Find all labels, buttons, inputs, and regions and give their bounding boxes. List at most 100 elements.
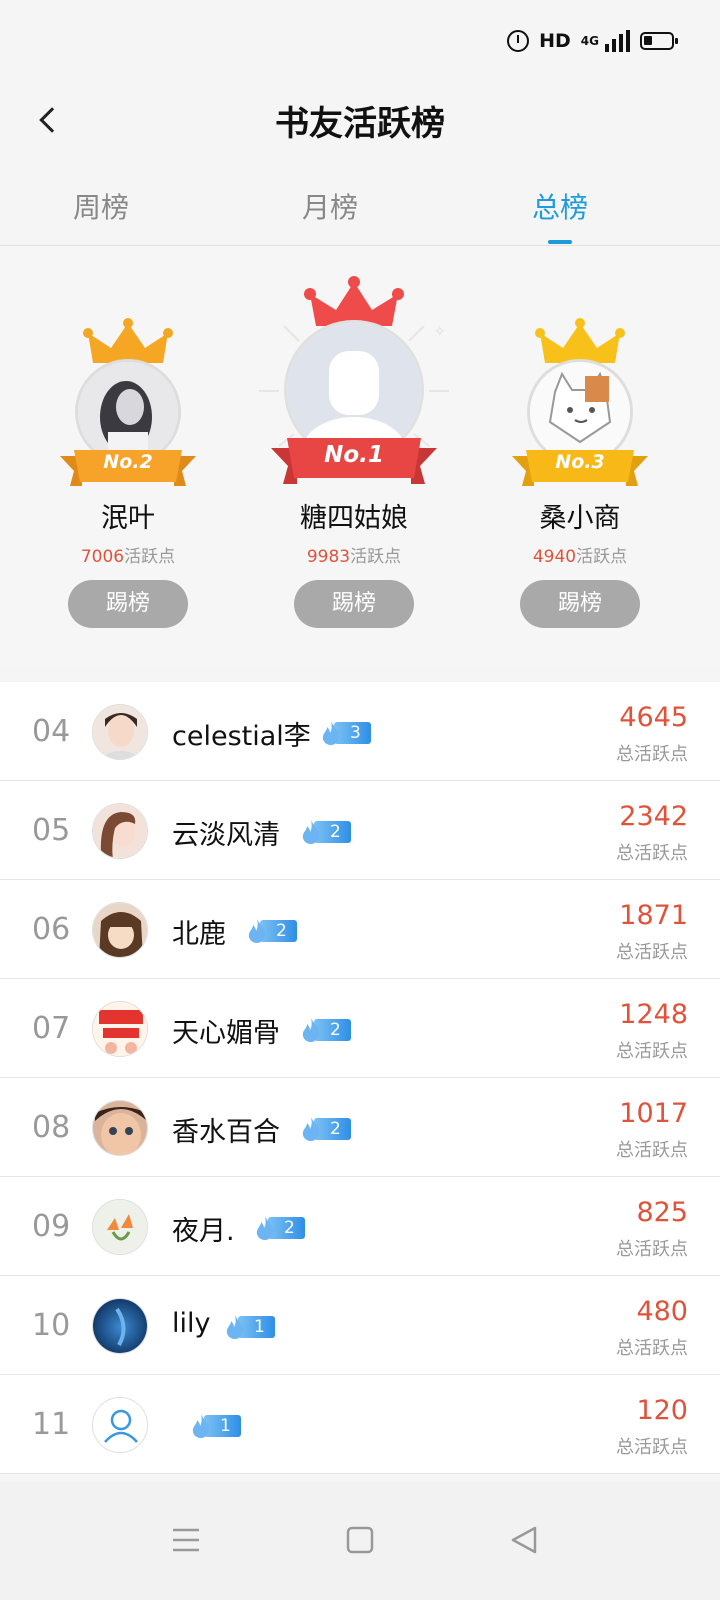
points-label: 总活跃点 — [616, 1041, 688, 1062]
hd-indicator: HD — [539, 30, 571, 52]
points-label: 总活跃点 — [616, 1239, 688, 1260]
back-triangle-icon — [511, 1526, 537, 1554]
podium-points: 9983活跃点 — [306, 547, 402, 567]
level-badge: 3 — [318, 720, 371, 746]
user-name: 北鹿 — [172, 919, 226, 950]
menu-button[interactable] — [156, 1510, 216, 1570]
points-label: 总活跃点 — [616, 744, 688, 765]
tab-bar: 周榜 月榜 总榜 — [0, 170, 720, 246]
rank-number: 06 — [32, 912, 71, 947]
points-label: 总活跃点 — [616, 942, 688, 963]
points-label: 总活跃点 — [616, 1437, 688, 1458]
network-type: 4G — [580, 34, 599, 48]
rank-list: 04 celestial李 3 4645 总活跃点 05 云淡风清 2 2342… — [0, 682, 720, 1474]
flame-icon — [226, 1315, 244, 1339]
podium-name: 桑小商 — [539, 503, 621, 534]
points-value: 120 — [636, 1395, 688, 1426]
kick-button[interactable]: 踢榜 — [520, 580, 640, 628]
avatar — [92, 1100, 148, 1156]
signal-icon — [605, 30, 630, 52]
level-badge: 1 — [188, 1413, 241, 1439]
status-bar: HD 4G — [0, 0, 720, 90]
list-item[interactable]: 04 celestial李 3 4645 总活跃点 — [0, 682, 720, 781]
flame-icon — [302, 820, 320, 844]
level-badge: 1 — [222, 1314, 275, 1340]
list-item[interactable]: 07 天心媚骨 2 1248 总活跃点 — [0, 979, 720, 1078]
rank-badge: No.3 — [555, 451, 605, 473]
avatar — [92, 1298, 148, 1354]
user-name: lily — [172, 1308, 211, 1339]
podium-third[interactable]: No.3 桑小商 4940活跃点 踢榜 — [480, 246, 680, 646]
points-value: 1248 — [619, 999, 688, 1030]
rank-number: 11 — [32, 1407, 71, 1442]
list-item[interactable]: 11 1 120 总活跃点 — [0, 1375, 720, 1474]
rank-number: 10 — [32, 1308, 71, 1343]
page-title: 书友活跃榜 — [275, 104, 445, 144]
avatar — [92, 803, 148, 859]
points-value: 2342 — [619, 801, 688, 832]
flame-icon — [302, 1117, 320, 1141]
podium-name: 糖四姑娘 — [300, 503, 408, 534]
tab-total[interactable]: 总榜 — [500, 186, 620, 226]
podium-points: 4940活跃点 — [532, 547, 628, 567]
user-name: 云淡风清 — [172, 820, 280, 851]
user-name: 香水百合 — [172, 1117, 280, 1148]
back-nav-button[interactable] — [494, 1510, 554, 1570]
home-square-icon — [346, 1526, 374, 1554]
list-item[interactable]: 05 云淡风清 2 2342 总活跃点 — [0, 781, 720, 880]
level-badge: 2 — [298, 819, 351, 845]
podium-points: 7006活跃点 — [80, 547, 176, 567]
list-item[interactable]: 09 夜月. 2 825 总活跃点 — [0, 1177, 720, 1276]
tab-monthly[interactable]: 月榜 — [270, 186, 390, 226]
points-label: 总活跃点 — [616, 1140, 688, 1161]
rank-number: 05 — [32, 813, 71, 848]
system-nav-bar — [0, 1482, 720, 1600]
flame-icon — [322, 721, 340, 745]
menu-icon — [173, 1528, 199, 1552]
rank-badge: No.2 — [103, 451, 153, 473]
rank-badge: No.1 — [324, 442, 384, 468]
alarm-icon — [507, 30, 530, 52]
avatar — [92, 1001, 148, 1057]
avatar — [92, 704, 148, 760]
svg-text:✧: ✧ — [434, 324, 446, 340]
header: 书友活跃榜 — [0, 90, 720, 150]
points-value: 480 — [636, 1296, 688, 1327]
points-value: 1017 — [619, 1098, 688, 1129]
podium-name: 泯叶 — [101, 503, 155, 534]
kick-button[interactable]: 踢榜 — [68, 580, 188, 628]
flame-icon — [192, 1414, 210, 1438]
rank-number: 09 — [32, 1209, 71, 1244]
kick-button[interactable]: 踢榜 — [294, 580, 414, 628]
avatar — [92, 902, 148, 958]
tab-total-label: 总榜 — [531, 191, 588, 224]
list-item[interactable]: 10 lily 1 480 总活跃点 — [0, 1276, 720, 1375]
user-name: 天心媚骨 — [172, 1018, 280, 1049]
level-badge: 2 — [244, 918, 297, 944]
level-badge: 2 — [252, 1215, 305, 1241]
default-avatar — [92, 1397, 148, 1453]
flame-icon — [256, 1216, 274, 1240]
points-label: 总活跃点 — [616, 1338, 688, 1359]
points-value: 4645 — [619, 702, 688, 733]
flame-icon — [302, 1018, 320, 1042]
podium-first[interactable]: ✧ No.1 糖四姑娘 9983活跃点 踢榜 — [254, 246, 454, 646]
tab-weekly[interactable]: 周榜 — [41, 186, 161, 226]
rank-number: 08 — [32, 1110, 71, 1145]
active-tab-indicator — [548, 240, 572, 244]
points-value: 1871 — [619, 900, 688, 931]
flame-icon — [248, 919, 266, 943]
list-item[interactable]: 08 香水百合 2 1017 总活跃点 — [0, 1078, 720, 1177]
level-badge: 2 — [298, 1116, 351, 1142]
level-badge: 2 — [298, 1017, 351, 1043]
podium: No.2 泯叶 7006活跃点 踢榜 ✧ No.1 糖四姑娘 9983活跃点 踢… — [0, 246, 720, 666]
podium-second[interactable]: No.2 泯叶 7006活跃点 踢榜 — [28, 246, 228, 646]
user-name: 夜月. — [172, 1216, 235, 1247]
list-item[interactable]: 06 北鹿 2 1871 总活跃点 — [0, 880, 720, 979]
avatar — [92, 1199, 148, 1255]
home-button[interactable] — [330, 1510, 390, 1570]
battery-icon — [640, 32, 678, 50]
user-name: celestial李 — [172, 721, 311, 752]
rank-number: 04 — [32, 714, 71, 749]
points-value: 825 — [636, 1197, 688, 1228]
